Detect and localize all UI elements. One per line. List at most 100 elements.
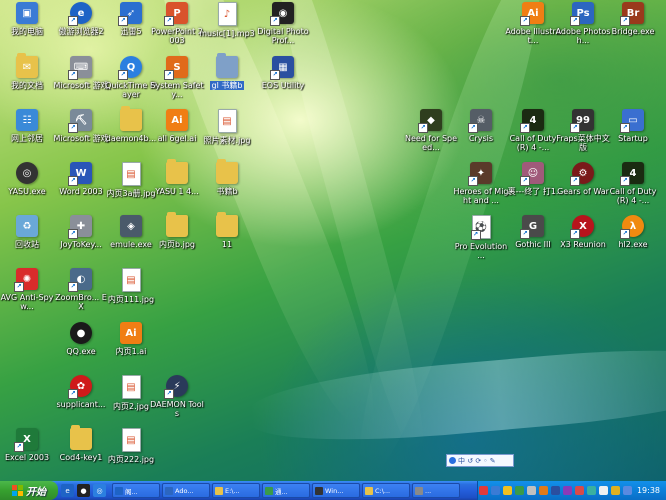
shortcut-arrow-icon: ↗: [470, 230, 481, 240]
icon-neiye-b-jpg[interactable]: 内页b.jpg: [150, 212, 204, 249]
tray-app-icon[interactable]: [538, 486, 548, 495]
task-label: 阁...: [125, 487, 138, 496]
shortcut-arrow-icon: ↗: [68, 16, 78, 26]
tray-app-icon[interactable]: [622, 486, 632, 495]
icon-gothic3[interactable]: G ↗ Gothic III: [506, 215, 560, 249]
icon-folder-11[interactable]: 11: [200, 212, 254, 249]
icon-network[interactable]: ☷ 网上邻居: [0, 109, 54, 143]
neiye3-jpg-icon: ▤: [121, 162, 141, 186]
tray-app-icon[interactable]: [478, 486, 488, 495]
icon-recycle-bin[interactable]: ♻ 回收站: [0, 215, 54, 249]
tray-app-icon[interactable]: [586, 486, 596, 495]
ql-ie-icon[interactable]: e: [61, 484, 74, 497]
icon-nfs[interactable]: ◆ ↗ Need for Speed...: [404, 109, 458, 152]
task-winamp[interactable]: Win...: [312, 483, 360, 498]
task-explorer[interactable]: E:\...: [212, 483, 260, 498]
icon-ms-game[interactable]: ⛏ ↗ Microsoft 游戏: [54, 109, 108, 143]
icon-my-computer[interactable]: ▣ 我的电脑: [0, 2, 54, 36]
tray-app-icon[interactable]: [574, 486, 584, 495]
task-photoshop[interactable]: Ado...: [162, 483, 210, 498]
taskbar: 开始 e ● ◎ 阁... Ado... E:\... 通... Win... C:\....…: [0, 481, 666, 500]
tray-app-icon[interactable]: [550, 486, 560, 495]
icon-heroes[interactable]: ✦ ↗ Heroes of Might and ...: [453, 162, 509, 205]
shortcut-arrow-icon: ↗: [620, 16, 630, 26]
icon-yasu-exe[interactable]: ◎ YASU.exe: [0, 162, 54, 196]
shortcut-arrow-icon: ↗: [118, 16, 128, 26]
icon-glyph: ♻: [22, 220, 32, 232]
icon-label: Word 2003: [59, 187, 103, 196]
icon-browser2[interactable]: e ↗ 傲游浏览器2: [54, 2, 108, 36]
icon-illustrator[interactable]: Ai ↗ Adobe Illustrat...: [505, 2, 561, 45]
icon-gears-of-war[interactable]: ⚙ ↗ Gears of War: [556, 162, 610, 196]
icon-cod4-key[interactable]: Cod4-key1: [54, 425, 108, 462]
icon-hl2[interactable]: λ ↗ hl2.exe: [606, 215, 660, 249]
ql-qq-icon[interactable]: ●: [77, 484, 90, 497]
icon-label: DAEMON Tools: [150, 400, 204, 418]
tray-app-icon[interactable]: [514, 486, 524, 495]
icon-glyph: ⚡: [173, 380, 181, 392]
icon-fraps[interactable]: 99 ↗ Fraps菜体中文版: [556, 109, 610, 152]
icon-excel-2003[interactable]: X ↗ Excel 2003: [0, 428, 54, 462]
icon-label: 书籍b: [216, 187, 238, 196]
tray-app-icon[interactable]: [562, 486, 572, 495]
shortcut-arrow-icon: ↗: [14, 282, 24, 292]
icon-music-mp3[interactable]: ♪ music[1].mp3: [199, 2, 255, 38]
icon-neiye1-ai[interactable]: Ai 内页1.ai: [104, 322, 158, 356]
clock[interactable]: 19:38: [637, 486, 660, 495]
tray-app-icon[interactable]: [526, 486, 536, 495]
tray-app-icon[interactable]: [610, 486, 620, 495]
icon-joytokey[interactable]: ✚ ↗ JoyToKey...: [54, 215, 108, 249]
icon-word-2003[interactable]: W ↗ Word 2003: [54, 162, 108, 196]
shortcut-arrow-icon: ↗: [520, 123, 530, 133]
icon-glyph: Ai: [171, 114, 183, 126]
icon-glyph: ▣: [22, 7, 32, 19]
icon-ms-word-1[interactable]: ⌨ ↗ Microsoft 游戏: [54, 56, 108, 90]
ime-toolbar[interactable]: 中 ↺ ⟳ ◦ ✎: [446, 454, 514, 467]
icon-digital-photo[interactable]: ◉ ↗ Digital Photo Prof...: [256, 2, 310, 45]
tray-app-icon[interactable]: [490, 486, 500, 495]
icon-books-folder[interactable]: 书籍b: [200, 159, 254, 196]
icon-eos-utility[interactable]: ▦ ↗ EOS Utility: [256, 56, 310, 90]
icon-label: gl 书籍b: [209, 81, 245, 90]
icon-neiye111-jpg[interactable]: ▤ 内页111.jpg: [104, 268, 158, 304]
start-button[interactable]: 开始: [0, 481, 58, 500]
ql-browser-icon[interactable]: ◎: [93, 484, 106, 497]
icon-zoombrowser[interactable]: ◐ ↗ ZoomBro... EX: [54, 268, 108, 311]
icon-ai-file[interactable]: Ai all 6gel.ai: [150, 109, 204, 143]
task-browser[interactable]: 阁...: [112, 483, 160, 498]
icon-photoshop[interactable]: Ps ↗ Adobe Photosh...: [556, 2, 610, 45]
shortcut-arrow-icon: ↗: [570, 229, 580, 239]
windows-flag-icon: [12, 485, 23, 496]
icon-powerpoint[interactable]: P ↗ PowerPoint 2003: [150, 2, 204, 45]
icon-x3-reunion[interactable]: X ↗ X3 Reunion: [556, 215, 610, 249]
icon-my-documents[interactable]: ✉ 我的文档: [0, 53, 54, 90]
icon-label: PowerPoint 2003: [151, 27, 203, 45]
icon-cod4-a[interactable]: 4 ↗ Call of Duty(R) 4 -...: [506, 109, 560, 152]
icon-daemon-tools[interactable]: ⚡ ↗ DAEMON Tools: [150, 375, 204, 418]
task-app[interactable]: ...: [412, 483, 460, 498]
ms-word-1-icon: ⌨ ↗: [68, 56, 92, 80]
network-icon: ☷: [16, 109, 38, 131]
cod4-a-icon: 4 ↗: [520, 109, 544, 133]
icon-yasu-folder[interactable]: YASU 1 4...: [150, 159, 204, 196]
icon-qq[interactable]: ● QQ.exe: [54, 322, 108, 356]
icon-jpg-photo[interactable]: ▤ 照片素材.jpg: [200, 109, 254, 145]
icon-label: Crysis: [468, 134, 494, 143]
icon-pes[interactable]: ⚽ ↗ Pro Evolution ...: [454, 215, 508, 260]
tray-app-icon[interactable]: [598, 486, 608, 495]
task-folder[interactable]: C:\...: [362, 483, 410, 498]
icon-avg[interactable]: ✺ ↗ AVG Anti-Spyw...: [0, 268, 54, 311]
shortcut-arrow-icon: ↗: [164, 389, 174, 399]
icon-game-anime[interactable]: ☺ ↗ 裹---终了 打1.: [506, 162, 560, 196]
icon-supplicant[interactable]: ✿ ↗ supplicant...: [54, 375, 108, 409]
icon-neiye222-jpg[interactable]: ▤ 内页222.jpg: [104, 428, 158, 464]
icon-startup[interactable]: ▭ ↗ Startup: [606, 109, 660, 143]
tray-app-icon[interactable]: [502, 486, 512, 495]
icon-bridge[interactable]: Br ↗ Bridge.exe: [606, 2, 660, 36]
icon-crysis[interactable]: ☠ ↗ Crysis: [454, 109, 508, 143]
task-image[interactable]: 通...: [262, 483, 310, 498]
icon-folder-selected[interactable]: gl 书籍b: [200, 53, 254, 90]
icon-label: AVG Anti-Spyw...: [0, 293, 54, 311]
icon-cod4-b[interactable]: 4 ↗ Call of Duty(R) 4 -...: [606, 162, 660, 205]
icon-system-safety[interactable]: S ↗ System Safety...: [150, 56, 204, 99]
